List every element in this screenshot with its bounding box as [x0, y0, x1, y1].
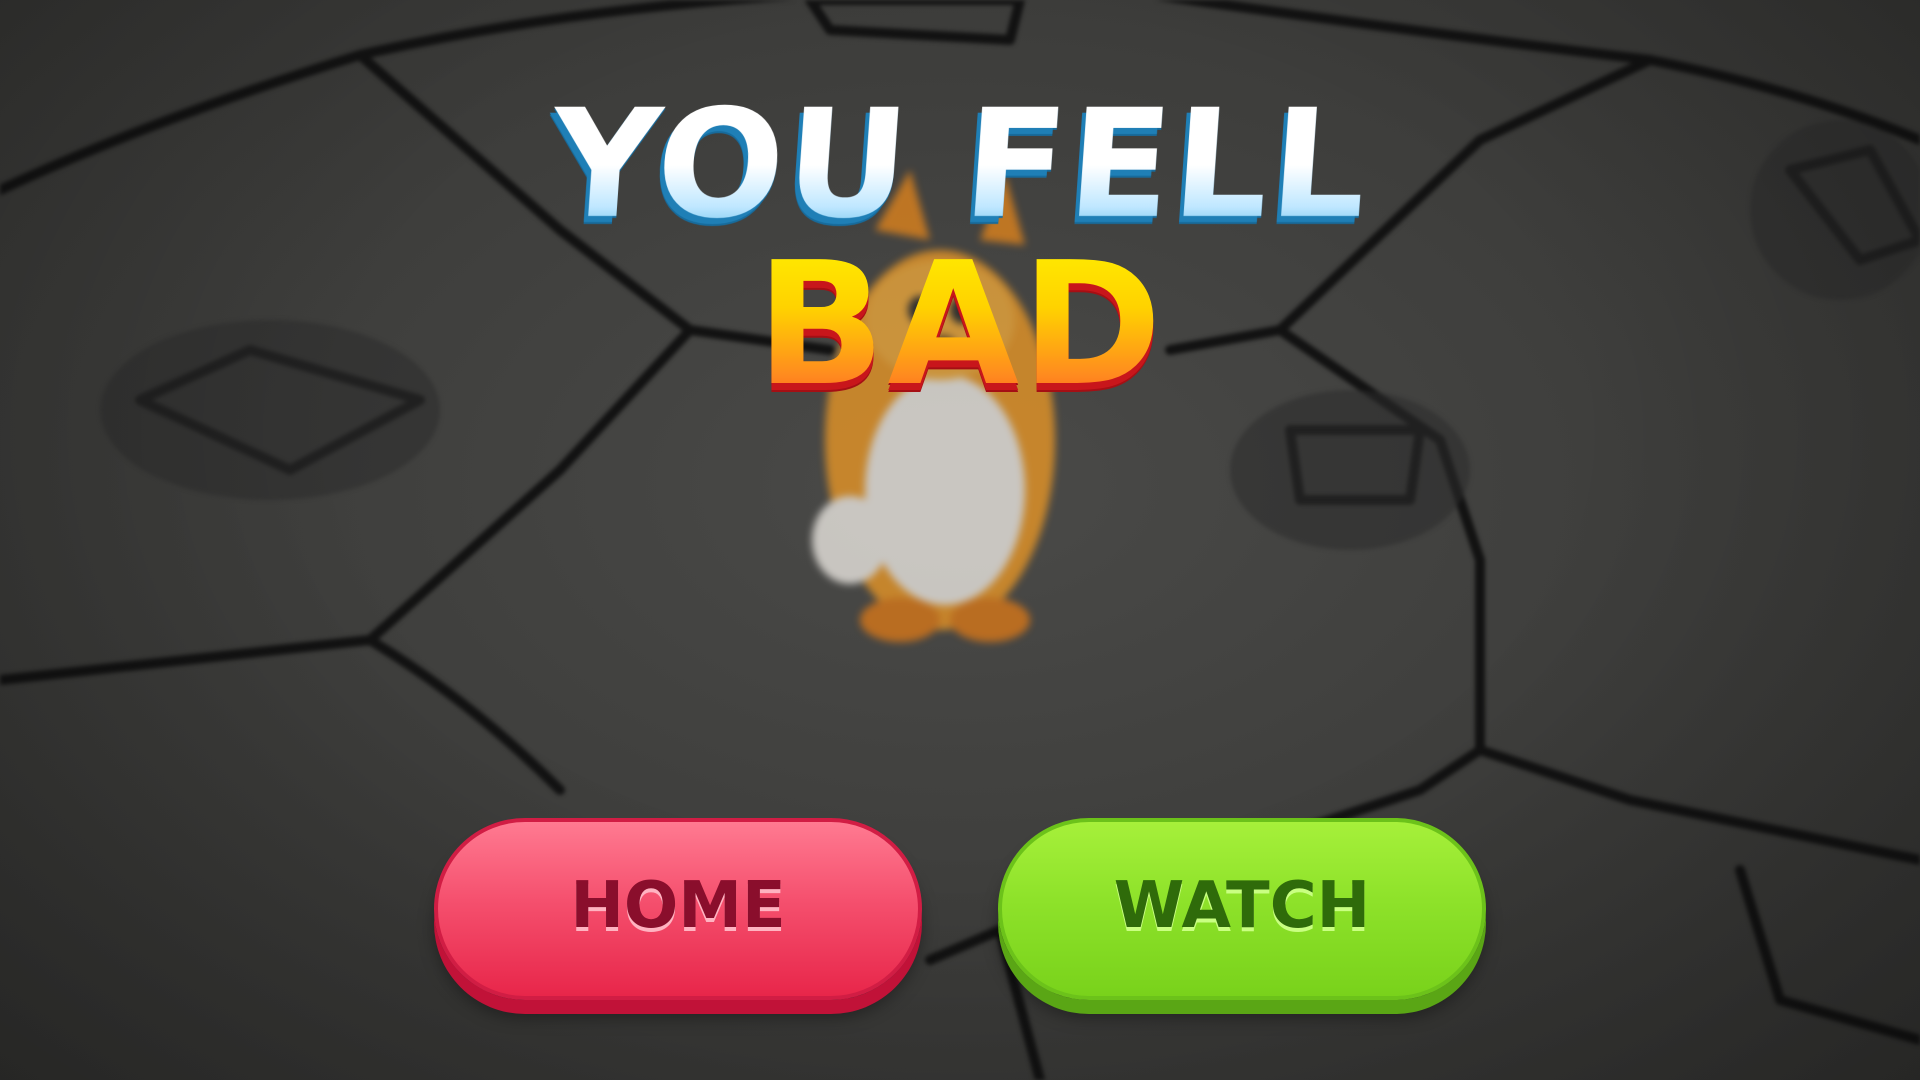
watch-button[interactable]: WATCH: [998, 818, 1486, 1000]
title-bad: BAD: [0, 240, 1920, 410]
title-you-fell: YOU FELL: [0, 78, 1920, 252]
home-button-label: HOME: [570, 869, 786, 943]
game-over-screen: YOU FELL BAD HOME WATCH: [0, 0, 1920, 1080]
watch-button-label: WATCH: [1113, 869, 1371, 943]
home-button[interactable]: HOME: [434, 818, 922, 1000]
